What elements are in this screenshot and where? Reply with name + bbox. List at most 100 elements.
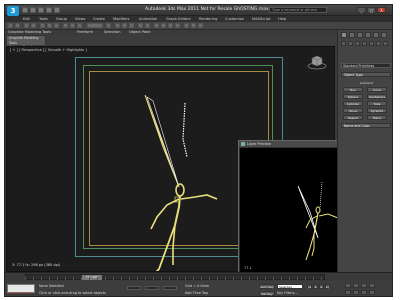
main-toolbar [5, 22, 392, 30]
tube-button[interactable]: Tube [367, 101, 387, 106]
pyramid-button[interactable]: Pyramid [367, 108, 387, 113]
material-editor-icon[interactable] [175, 23, 180, 28]
maximize-viewport-icon[interactable] [369, 290, 375, 295]
tab-selection[interactable]: Selection [104, 30, 121, 35]
add-time-tag[interactable]: Add Time Tag [185, 291, 208, 295]
zoom-icon[interactable] [345, 283, 351, 288]
prompt-line: Click or click-and-drag to select object… [39, 291, 106, 295]
ribbon-panel: Graphite Modeling Tools Polygon Modeling [6, 35, 46, 49]
x-coordinate-field[interactable] [127, 286, 141, 290]
panel-graphite-modeling-tools[interactable]: Graphite Modeling Tools [7, 36, 45, 45]
geometry-icon[interactable] [341, 41, 346, 46]
save-file-icon[interactable] [38, 7, 44, 13]
systems-icon[interactable] [383, 41, 388, 46]
track-bar[interactable] [25, 277, 325, 280]
key-filters-button[interactable]: Key Filters... [277, 291, 298, 295]
next-frame-icon[interactable]: ▸| [325, 284, 330, 289]
field-of-view-icon[interactable] [345, 290, 351, 295]
orbit-icon[interactable] [361, 290, 367, 295]
cylinder-button[interactable]: Cylinder [343, 101, 363, 106]
shapes-icon[interactable] [348, 41, 353, 46]
mirror-icon[interactable] [138, 23, 143, 28]
unlink-icon[interactable] [31, 23, 36, 28]
hierarchy-tab-icon[interactable] [357, 32, 363, 38]
box-button[interactable]: Box [343, 87, 363, 92]
auto-key-button[interactable]: Auto Key [259, 284, 275, 289]
reference-coordinate-dropdown[interactable] [87, 23, 103, 28]
rotate-icon[interactable] [70, 23, 75, 28]
z-coordinate-field[interactable] [163, 286, 177, 290]
name-and-color-rollout[interactable]: Name and Color [341, 123, 391, 128]
left-wing-edge [146, 96, 180, 188]
tab-object-paint[interactable]: Object Paint [129, 30, 151, 35]
select-by-name-icon[interactable] [47, 23, 52, 28]
zoom-all-icon[interactable] [353, 283, 359, 288]
display-tab-icon[interactable] [373, 32, 379, 38]
previous-frame-icon[interactable]: ◂ [313, 284, 318, 289]
layer-manager-icon[interactable] [154, 23, 159, 28]
open-file-icon[interactable] [30, 7, 36, 13]
space-warps-icon[interactable] [376, 41, 381, 46]
pan-icon[interactable] [353, 290, 359, 295]
set-key-button[interactable]: Set Key [259, 291, 275, 296]
scale-icon[interactable] [77, 23, 82, 28]
viewcube[interactable] [307, 53, 327, 71]
tab-freeform[interactable]: Freeform [77, 30, 93, 35]
render-setup-icon[interactable] [184, 23, 189, 28]
maxscript-listener[interactable]: Welcome to M [7, 284, 35, 295]
ribbon-tabs: Graphite Modeling Tools Freeform Selecti… [5, 30, 337, 35]
teapot-button[interactable]: Teapot [343, 115, 363, 120]
window-icon [241, 142, 245, 146]
redo-icon[interactable] [15, 23, 20, 28]
schematic-view-icon[interactable] [168, 23, 173, 28]
zoom-extents-all-icon[interactable] [369, 283, 375, 288]
render-frame-icon[interactable] [191, 23, 196, 28]
select-icon[interactable] [40, 23, 45, 28]
selection-status: None Selected [39, 284, 64, 288]
close-button[interactable]: X [377, 7, 386, 13]
primitive-type-dropdown[interactable]: Standard Primitives [341, 63, 391, 68]
cameras-icon[interactable] [362, 41, 367, 46]
status-bar: Welcome to M None Selected Click or clic… [5, 281, 392, 296]
motion-tab-icon[interactable] [365, 32, 371, 38]
command-panel: Standard Primitives Object Type AutoGrid… [337, 30, 392, 272]
region-select-icon[interactable] [54, 23, 59, 28]
geosphere-button[interactable]: GeoSphere [367, 94, 387, 99]
object-type-rollout[interactable]: Object Type [341, 72, 391, 77]
snap-icon[interactable] [115, 23, 120, 28]
percent-snap-icon[interactable] [129, 23, 134, 28]
go-to-start-icon[interactable]: |◂ [307, 284, 312, 289]
play-icon[interactable]: ▸ [319, 284, 324, 289]
torus-button[interactable]: Torus [343, 108, 363, 113]
undo-icon[interactable] [8, 23, 13, 28]
modify-tab-icon[interactable] [349, 32, 355, 38]
preview-frame-label: 77.1 [244, 266, 252, 270]
key-mode-dropdown[interactable]: Selected [277, 284, 303, 289]
undo-icon[interactable] [46, 7, 52, 13]
figure-head [175, 183, 185, 197]
render-icon[interactable] [198, 23, 203, 28]
grid-size: Grid = 0.0mm [185, 284, 210, 288]
new-file-icon[interactable] [22, 7, 28, 13]
helpers-icon[interactable] [369, 41, 374, 46]
sphere-button[interactable]: Sphere [343, 94, 363, 99]
redo-icon[interactable] [54, 7, 60, 13]
pivot-icon[interactable] [106, 23, 111, 28]
curve-editor-icon[interactable] [161, 23, 166, 28]
lights-icon[interactable] [355, 41, 360, 46]
minimize-button[interactable]: _ [357, 7, 366, 13]
create-tab-icon[interactable] [341, 32, 347, 38]
cone-button[interactable]: Cone [367, 87, 387, 92]
align-icon[interactable] [145, 23, 150, 28]
y-coordinate-field[interactable] [145, 286, 159, 290]
zoom-extents-icon[interactable] [361, 283, 367, 288]
maximize-button[interactable]: □ [367, 7, 376, 13]
angle-snap-icon[interactable] [122, 23, 127, 28]
move-icon[interactable] [63, 23, 68, 28]
link-icon[interactable] [24, 23, 29, 28]
app-logo-icon[interactable]: 3 [7, 6, 19, 16]
utilities-tab-icon[interactable] [381, 32, 387, 38]
search-input[interactable]: Type a keyword or phrase [269, 7, 327, 13]
plane-button[interactable]: Plane [367, 115, 387, 120]
autogrid-checkbox[interactable]: AutoGrid [360, 81, 373, 85]
